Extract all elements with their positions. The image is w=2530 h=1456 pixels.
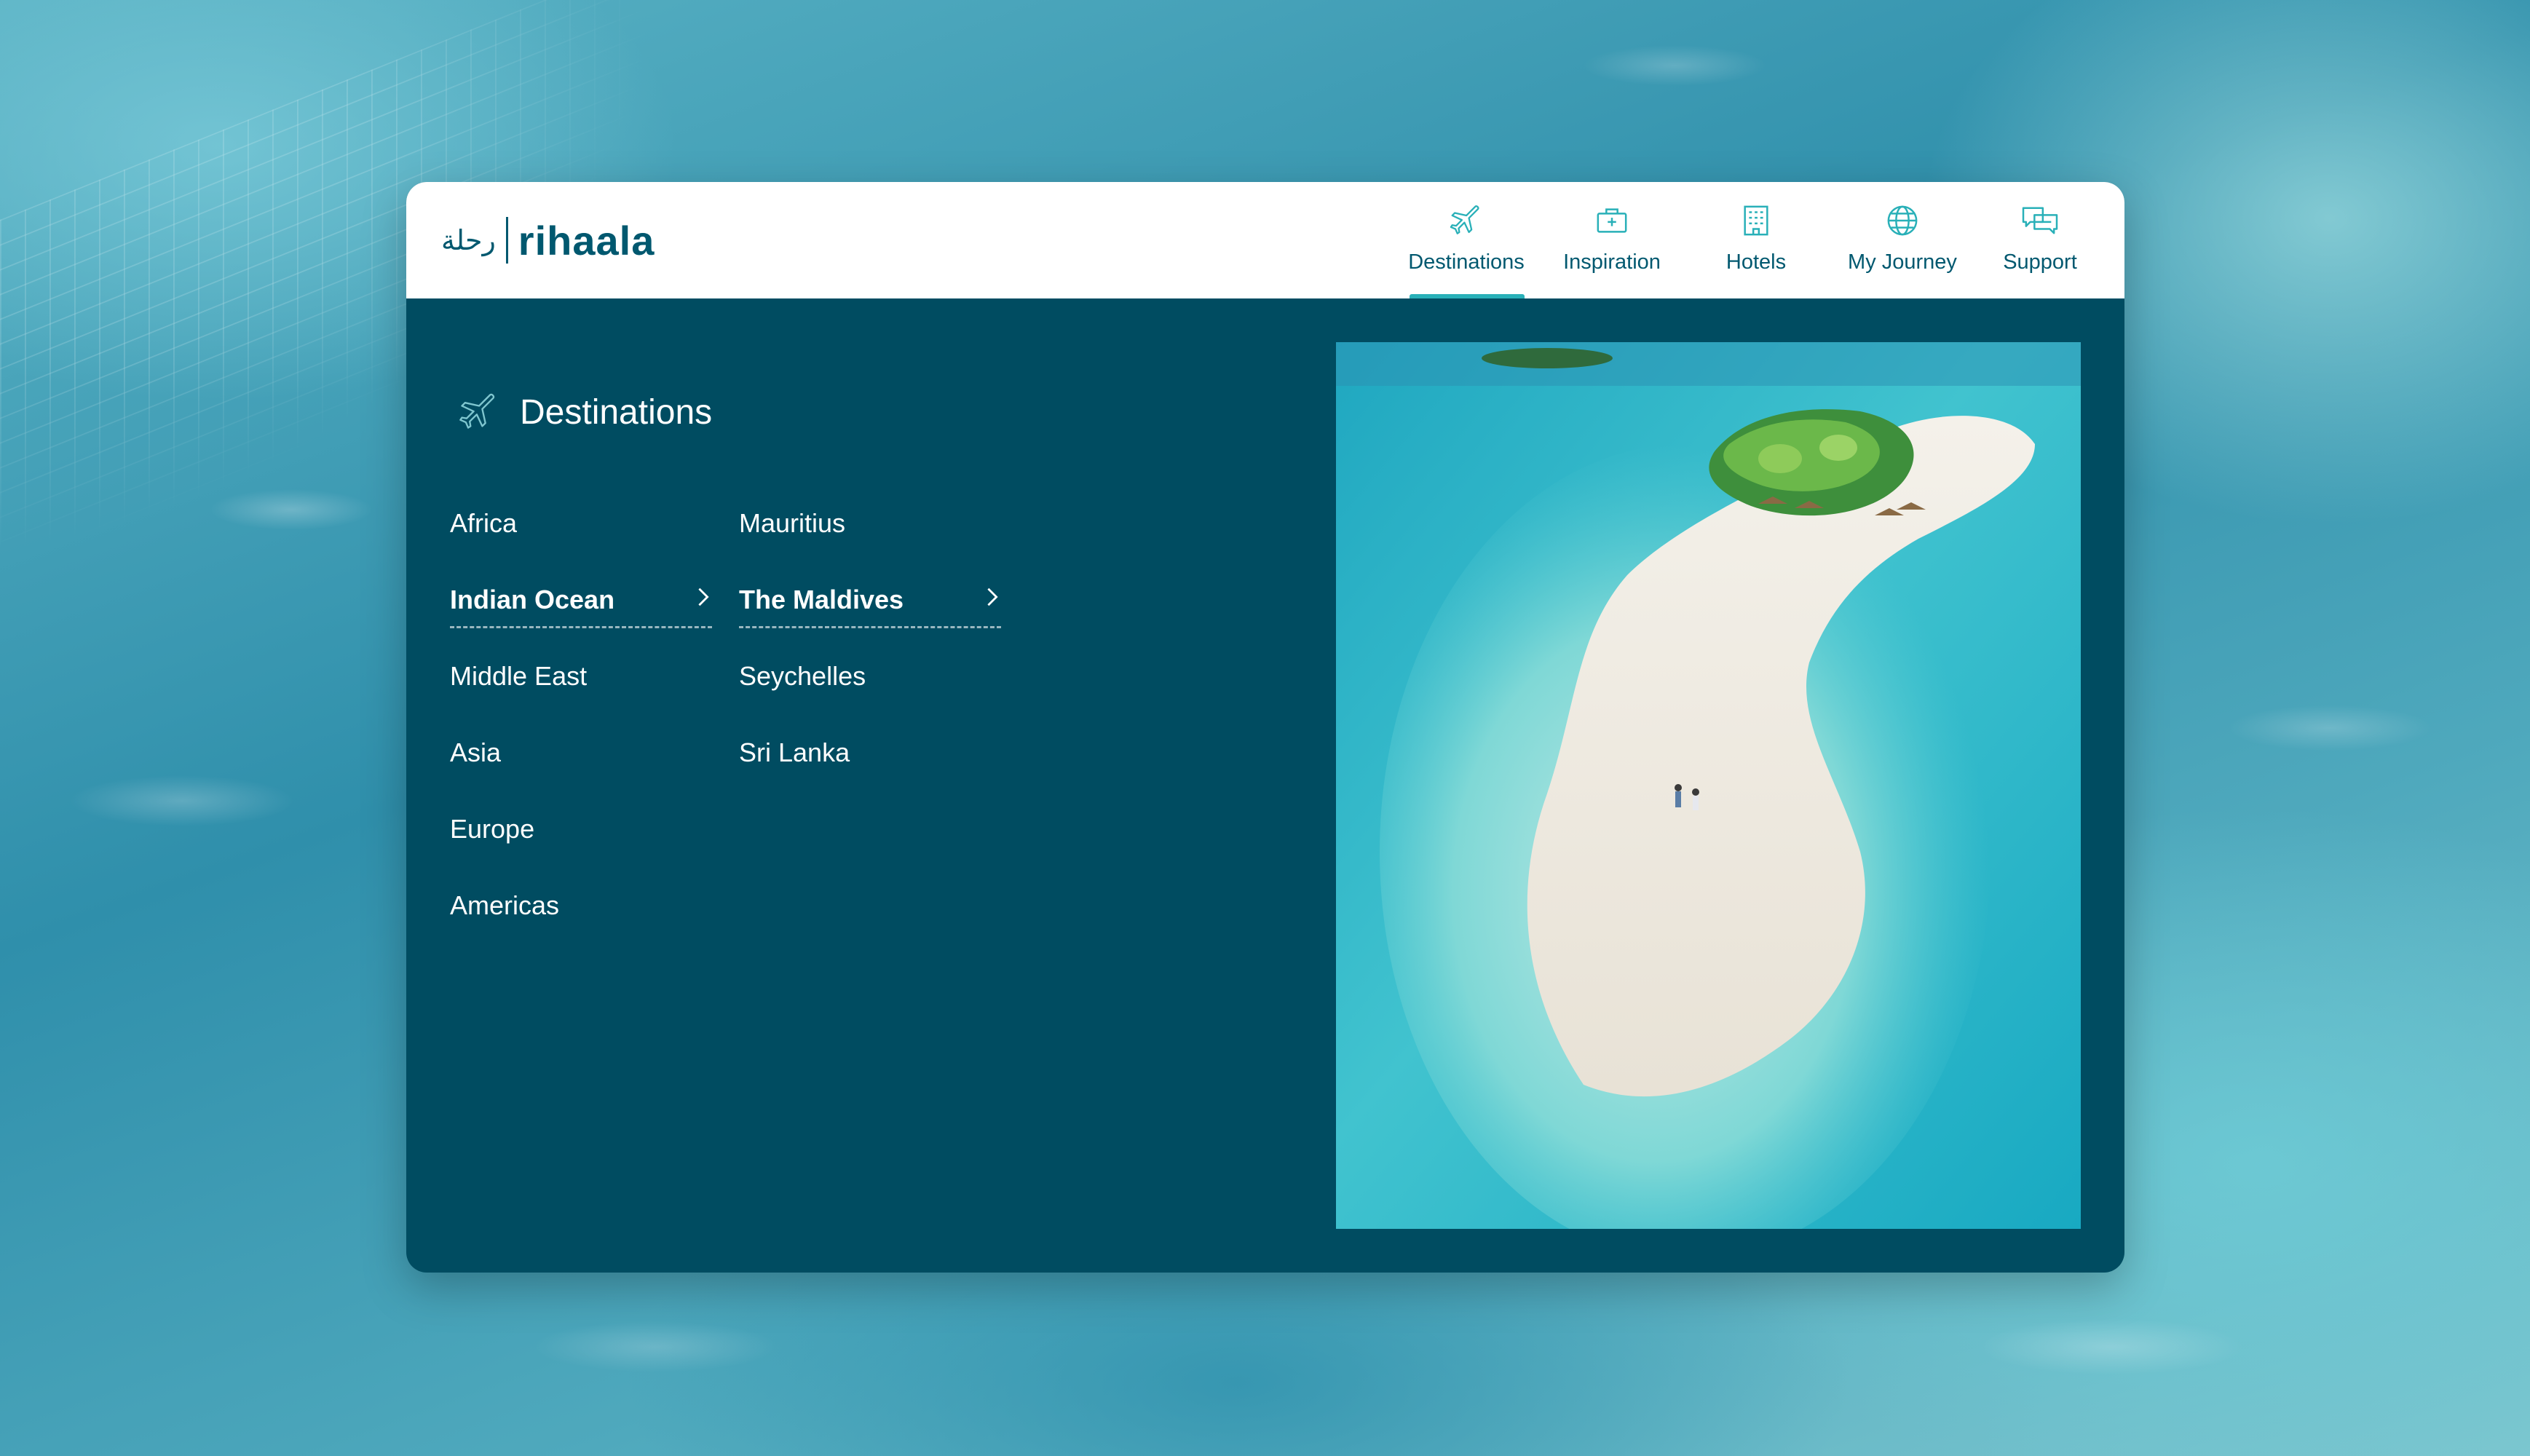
nav-label: Inspiration <box>1563 250 1661 274</box>
country-item-mauritius[interactable]: Mauritius <box>739 495 1001 571</box>
region-list: Africa Indian Ocean Middle East Asia Eur… <box>450 495 712 954</box>
destination-photo <box>1336 342 2081 1229</box>
nav-label: My Journey <box>1848 250 1957 274</box>
nav-item-inspiration[interactable]: Inspiration <box>1539 182 1685 298</box>
logo-arabic: رحلة <box>441 224 496 256</box>
nav-item-hotels[interactable]: Hotels <box>1685 182 1827 298</box>
hotel-building-icon <box>1744 205 1768 236</box>
top-header: رحلة rihaala Destinations Inspiration Ho… <box>406 182 2124 298</box>
globe-icon <box>1887 205 1918 236</box>
region-item-americas[interactable]: Americas <box>450 877 712 954</box>
region-label: Africa <box>450 508 518 538</box>
nav-label: Destinations <box>1408 250 1525 274</box>
country-label: Sri Lanka <box>739 737 850 767</box>
country-item-sri-lanka[interactable]: Sri Lanka <box>739 724 1001 801</box>
region-item-middle-east[interactable]: Middle East <box>450 648 712 724</box>
nav-label: Support <box>2003 250 2077 274</box>
region-item-asia[interactable]: Asia <box>450 724 712 801</box>
logo-wordmark: rihaala <box>518 217 655 264</box>
nav-item-support[interactable]: Support <box>1977 182 2103 298</box>
airplane-icon <box>459 393 495 429</box>
logo-divider <box>505 217 508 264</box>
nav-label: Hotels <box>1725 250 1787 274</box>
destinations-panel-title: Destinations <box>459 392 712 432</box>
country-item-seychelles[interactable]: Seychelles <box>739 648 1001 724</box>
maldives-island-image <box>1336 342 2081 1229</box>
region-label: Middle East <box>450 661 588 691</box>
country-label: The Maldives <box>739 585 904 614</box>
briefcase-icon <box>1597 208 1627 233</box>
region-label: Americas <box>450 890 560 920</box>
region-label: Europe <box>450 814 535 844</box>
country-item-the-maldives[interactable]: The Maldives <box>739 571 1001 648</box>
country-label: Mauritius <box>739 508 846 538</box>
chat-bubbles-icon <box>2022 207 2058 234</box>
region-label: Asia <box>450 737 502 767</box>
app-window: رحلة rihaala Destinations Inspiration Ho… <box>406 182 2124 1273</box>
nav-item-my-journey[interactable]: My Journey <box>1827 182 1977 298</box>
region-item-africa[interactable]: Africa <box>450 495 712 571</box>
main-nav: Destinations Inspiration Hotels My Journ… <box>1394 182 2103 298</box>
logo[interactable]: رحلة rihaala <box>441 214 655 266</box>
panel-title-text: Destinations <box>520 392 713 432</box>
chevron-right-icon <box>698 587 709 606</box>
active-tab-indicator <box>1410 294 1525 298</box>
airplane-icon <box>1450 205 1479 234</box>
nav-item-destinations[interactable]: Destinations <box>1394 182 1539 298</box>
country-list: Mauritius The Maldives Seychelles Sri La… <box>739 495 1001 801</box>
region-item-indian-ocean[interactable]: Indian Ocean <box>450 571 712 648</box>
chevron-right-icon <box>987 587 998 606</box>
country-label: Seychelles <box>739 661 866 691</box>
region-label: Indian Ocean <box>450 585 615 614</box>
region-item-europe[interactable]: Europe <box>450 801 712 877</box>
